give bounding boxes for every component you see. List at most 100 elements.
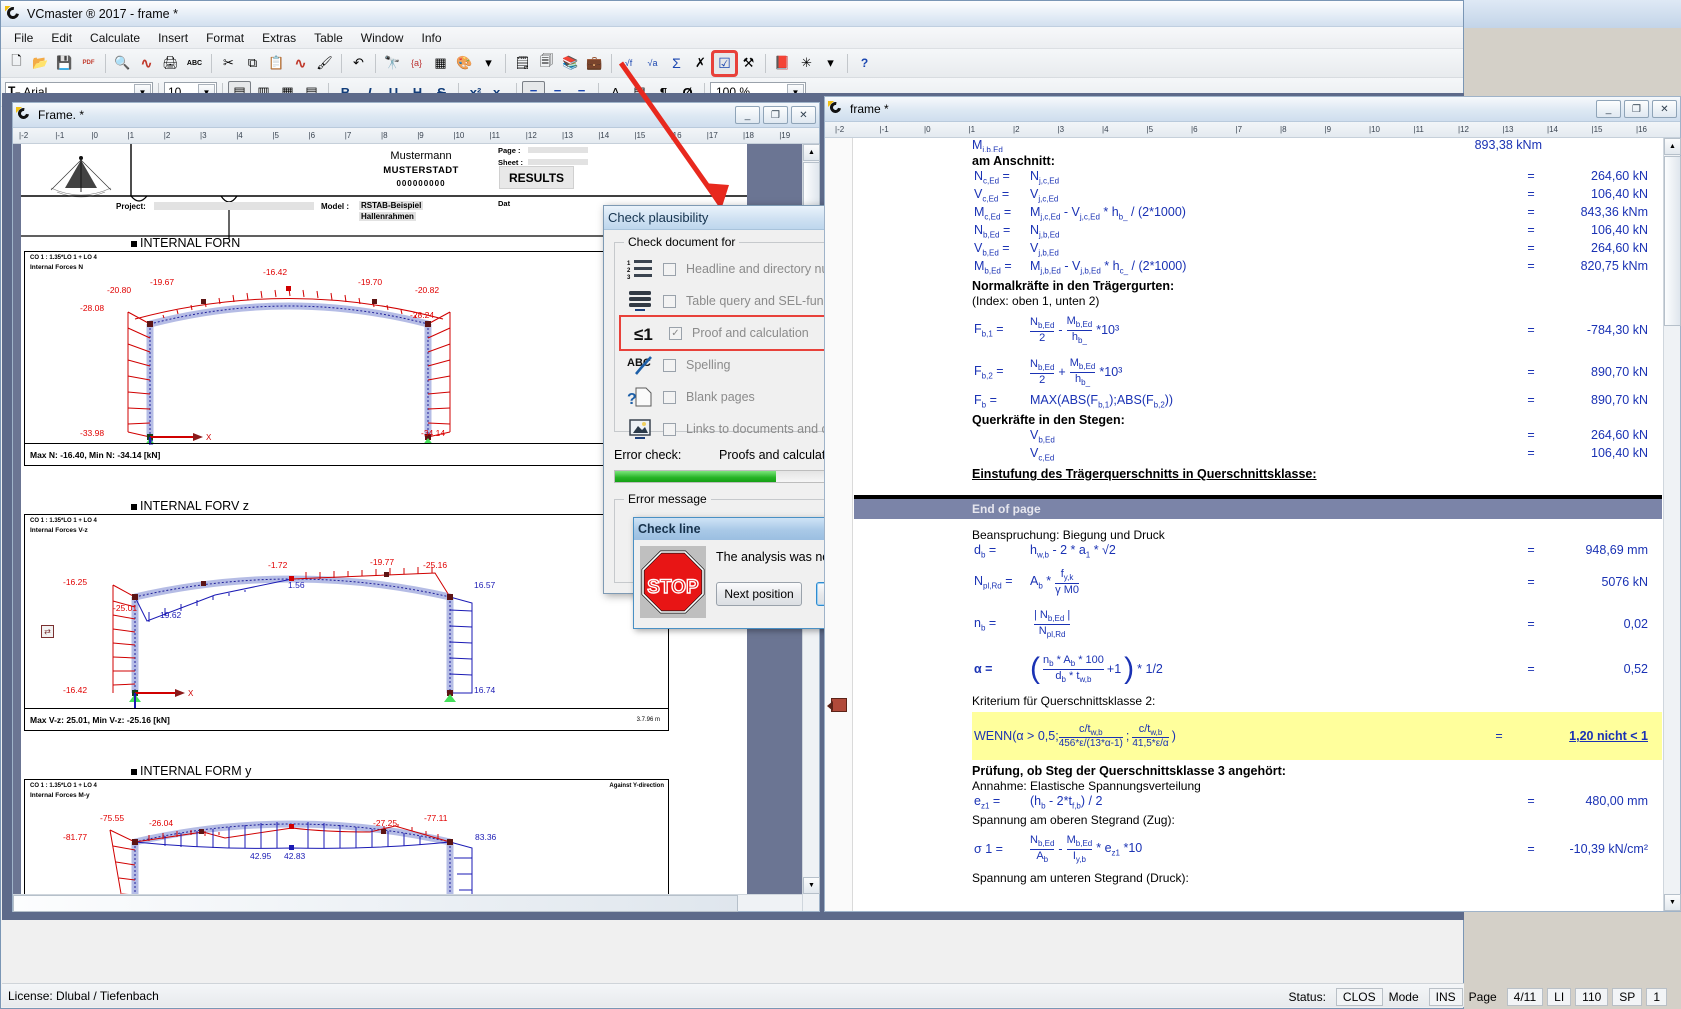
print-preview-icon[interactable]: 🔍 <box>111 52 134 75</box>
ruler-tick: |1 <box>128 131 135 140</box>
svg-text:1: 1 <box>627 261 631 267</box>
right-close-button[interactable]: ✕ <box>1652 100 1677 118</box>
delete-formula-icon[interactable]: ✗ <box>689 52 712 75</box>
status-bar-right: Status: CLOS Mode INS Page 4/11 LI 110 S… <box>1060 985 1681 1009</box>
next-position-button[interactable]: Next position <box>716 582 802 606</box>
left-minimize-button[interactable]: _ <box>735 106 760 124</box>
calculate-document-icon[interactable]: ∿ <box>135 52 158 75</box>
left-close-button[interactable]: ✕ <box>791 106 816 124</box>
variable-icon[interactable]: {a} <box>405 52 428 75</box>
right-scroll-down-button[interactable]: ▼ <box>1664 894 1681 911</box>
right-restore-button[interactable]: ❐ <box>1624 100 1649 118</box>
menu-file[interactable]: File <box>5 29 42 47</box>
right-window-titlebar[interactable]: frame * _ ❐ ✕ <box>825 97 1680 122</box>
cut-scissors-icon[interactable]: ✂ <box>217 52 240 75</box>
left-scroll-down-button[interactable]: ▼ <box>803 877 820 894</box>
menu-calculate[interactable]: Calculate <box>81 29 149 47</box>
right-horizontal-ruler[interactable]: |-2|-1|0|1|2|3|4|5|6|7|8|9|10|11|12|13|1… <box>825 122 1680 138</box>
undo-icon[interactable]: ↶ <box>347 52 370 75</box>
sum-sigma-icon[interactable]: Σ <box>665 52 688 75</box>
sp-label: SP <box>1612 988 1642 1006</box>
alpha-mult: * 1/2 <box>1137 662 1163 676</box>
figure-1-heading: INTERNAL FORN <box>131 236 240 250</box>
formula-value: 0,52 <box>1544 662 1662 676</box>
ruler-tick: |-2 <box>835 125 844 134</box>
left-hscroll-thumb[interactable] <box>13 895 738 912</box>
toolbar-separator <box>611 54 612 73</box>
right-document-canvas[interactable]: Mj,b,Ed893,38 kNmam Anschnitt:Nc,Ed =Nj,… <box>825 138 1680 911</box>
letterhead-project-value <box>154 202 314 210</box>
app-titlebar[interactable]: VCmaster ® 2017 - frame * <box>1 1 1463 27</box>
format-brush-icon[interactable]: 🖌 <box>313 52 336 75</box>
print-icon[interactable]: 🖨 <box>159 52 182 75</box>
open-folder-icon[interactable]: 📂 <box>29 52 52 75</box>
right-minimize-button[interactable]: _ <box>1596 100 1621 118</box>
formula-expression: Vj,b,Ed <box>1030 241 1518 258</box>
formula-lhs: Fb,2 = <box>972 364 1030 381</box>
comment-marker-icon[interactable]: ⇄ <box>41 625 54 638</box>
clipped-lhs: Mj,b,Ed <box>972 138 1003 152</box>
paste-icon[interactable]: 📋 <box>265 52 288 75</box>
menu-info[interactable]: Info <box>412 29 450 47</box>
checkbox-5[interactable] <box>663 391 676 404</box>
comment-marker-icon[interactable] <box>831 698 847 712</box>
fraction: fy,kγ M0 <box>1055 568 1079 595</box>
checkbox-1[interactable] <box>663 263 676 276</box>
formula-equals: = <box>1518 662 1544 676</box>
menu-window[interactable]: Window <box>352 29 413 47</box>
right-scroll-thumb[interactable] <box>1664 156 1681 326</box>
page-two-icon[interactable]: 🗐 <box>535 52 558 75</box>
plugin-icon[interactable]: ✳ <box>795 52 818 75</box>
tools-icon[interactable]: ⚒ <box>737 52 760 75</box>
document-outline-icon[interactable]: 🗒 <box>511 52 534 75</box>
checkbox-2[interactable] <box>663 295 676 308</box>
formula-equals: = <box>1518 543 1544 557</box>
figure-3-label-blue-0: 42.95 <box>250 851 271 861</box>
find-binoculars-icon[interactable]: 🔭 <box>381 52 404 75</box>
page-label: Page <box>1463 990 1503 1004</box>
figure-1-label-1: -19.67 <box>150 277 174 287</box>
left-scroll-thumb[interactable] <box>803 162 820 208</box>
checkbox-4[interactable] <box>663 359 676 372</box>
checkbox-6[interactable] <box>663 423 676 436</box>
menu-edit[interactable]: Edit <box>42 29 81 47</box>
book-down-icon[interactable]: 📕 <box>771 52 794 75</box>
doc-note: Kriterium für Querschnittsklasse 2: <box>972 694 1662 708</box>
formula-value: 890,70 kN <box>1544 365 1662 379</box>
formula-value: -784,30 kN <box>1544 323 1662 337</box>
briefcase-icon[interactable]: 💼 <box>583 52 606 75</box>
right-vertical-scrollbar[interactable]: ▲ ▼ <box>1663 138 1680 911</box>
menu-insert[interactable]: Insert <box>149 29 197 47</box>
left-horizontal-scrollbar[interactable] <box>13 894 802 911</box>
formula-lhs: Fb,1 = <box>972 322 1030 339</box>
left-horizontal-ruler[interactable]: |-2|-1|0|1|2|3|4|5|6|7|8|9|10|11|12|13|1… <box>13 128 819 144</box>
results-button[interactable]: RESULTS <box>499 166 574 189</box>
recalculate-icon[interactable]: ∿ <box>289 52 312 75</box>
save-icon[interactable]: 💾 <box>53 52 76 75</box>
doc-fraction-row: Fb,1 =Nb,Ed2-Mb,Edhb_*10³=-784,30 kN <box>972 309 1662 351</box>
left-restore-button[interactable]: ❐ <box>763 106 788 124</box>
checkbox-3[interactable]: ✓ <box>669 327 682 340</box>
menu-extras[interactable]: Extras <box>253 29 305 47</box>
plugin-dropdown-arrow-icon[interactable]: ▾ <box>819 52 842 75</box>
figure-2-box: CO 1 : 1.35*LO 1 + LO 4 Internal Forces … <box>24 514 669 709</box>
binder-icon[interactable]: 📚 <box>559 52 582 75</box>
ruler-tick: |3 <box>200 131 207 140</box>
left-scroll-up-button[interactable]: ▲ <box>803 144 820 161</box>
doc-heading: Prüfung, ob Steg der Querschnittsklasse … <box>972 764 1662 778</box>
menu-table[interactable]: Table <box>305 29 352 47</box>
export-pdf-icon[interactable]: PDF <box>77 52 100 75</box>
formula-sqrt-a-icon[interactable]: √a <box>641 52 664 75</box>
right-scroll-up-button[interactable]: ▲ <box>1664 138 1681 155</box>
help-icon[interactable]: ? <box>853 52 876 75</box>
menu-format[interactable]: Format <box>197 29 253 47</box>
copy-icon[interactable]: ⧉ <box>241 52 264 75</box>
insert-chart-icon[interactable]: 🎨 <box>453 52 476 75</box>
new-document-icon[interactable]: 🗋 <box>5 52 28 75</box>
formula-fx-icon[interactable]: √f <box>617 52 640 75</box>
check-plausibility-icon[interactable]: ☑ <box>713 52 736 75</box>
chart-dropdown-arrow-icon[interactable]: ▾ <box>477 52 500 75</box>
insert-table-icon[interactable]: ▦ <box>429 52 452 75</box>
left-window-titlebar[interactable]: Frame. * _ ❐ ✕ <box>13 103 819 128</box>
spell-check-icon[interactable]: ABC <box>183 52 206 75</box>
